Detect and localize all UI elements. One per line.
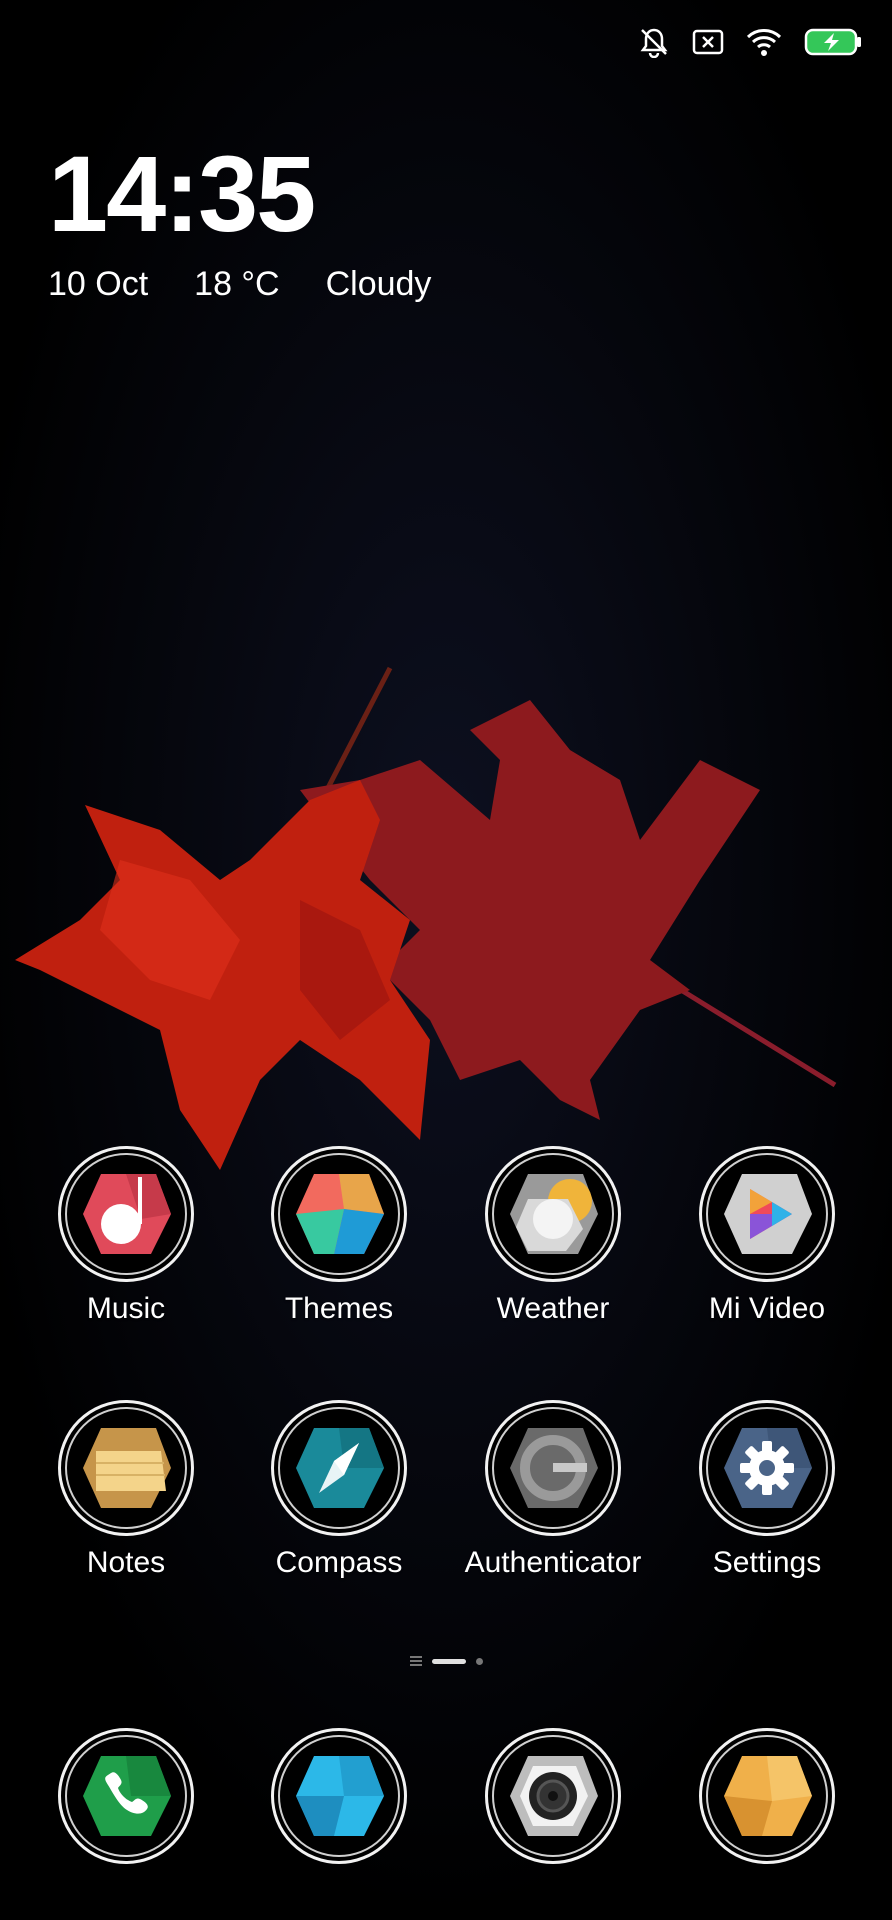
app-label: Themes xyxy=(284,1292,394,1325)
app-label: Notes xyxy=(86,1546,166,1579)
app-settings[interactable]: Settings xyxy=(660,1400,874,1580)
app-label: Weather xyxy=(496,1292,610,1325)
phone-icon xyxy=(83,1756,171,1836)
weather-icon xyxy=(510,1174,598,1254)
app-label: Settings xyxy=(712,1546,822,1579)
compass-icon xyxy=(296,1428,384,1508)
weather-condition-text: Cloudy xyxy=(325,265,432,303)
date-weather-row[interactable]: 10 Oct 18 °C Cloudy xyxy=(48,265,431,304)
app-label: Mi Video xyxy=(708,1292,826,1325)
dock-camera[interactable] xyxy=(446,1728,660,1864)
app-label: Compass xyxy=(275,1546,403,1579)
app-music[interactable]: Music xyxy=(19,1146,233,1326)
app-weather[interactable]: Weather xyxy=(446,1146,660,1326)
battery-charging-icon xyxy=(804,28,861,56)
app-mi-video[interactable]: Mi Video xyxy=(660,1146,874,1326)
app-label: Music xyxy=(86,1292,166,1325)
page-dot[interactable] xyxy=(475,1657,483,1665)
music-icon xyxy=(83,1174,171,1254)
dock-gallery[interactable] xyxy=(660,1728,874,1864)
dock-messaging[interactable] xyxy=(232,1728,446,1864)
notifications-off-icon xyxy=(640,28,668,58)
app-themes[interactable]: Themes xyxy=(232,1146,446,1326)
gallery-icon xyxy=(724,1756,812,1836)
themes-icon xyxy=(296,1174,384,1254)
app-label: Authenticator xyxy=(464,1546,642,1579)
app-compass[interactable]: Compass xyxy=(232,1400,446,1580)
temperature-text: 18 °C xyxy=(194,265,280,303)
no-sim-icon xyxy=(692,29,724,55)
status-bar xyxy=(638,22,862,62)
date-text: 10 Oct xyxy=(48,265,149,303)
app-drawer-indicator[interactable] xyxy=(409,1656,422,1666)
wifi-icon xyxy=(746,29,782,56)
settings-icon xyxy=(724,1428,812,1508)
app-notes[interactable]: Notes xyxy=(19,1400,233,1580)
page-dot-active xyxy=(431,1658,466,1664)
app-authenticator[interactable]: Authenticator xyxy=(446,1400,660,1580)
messaging-icon xyxy=(296,1756,384,1836)
camera-icon xyxy=(510,1756,598,1836)
mi-video-icon xyxy=(724,1174,812,1254)
authenticator-icon xyxy=(510,1428,598,1508)
clock-time[interactable]: 14:35 xyxy=(48,140,316,248)
dock-phone[interactable] xyxy=(19,1728,233,1864)
notes-icon xyxy=(83,1428,171,1508)
page-indicator[interactable] xyxy=(0,1654,892,1668)
